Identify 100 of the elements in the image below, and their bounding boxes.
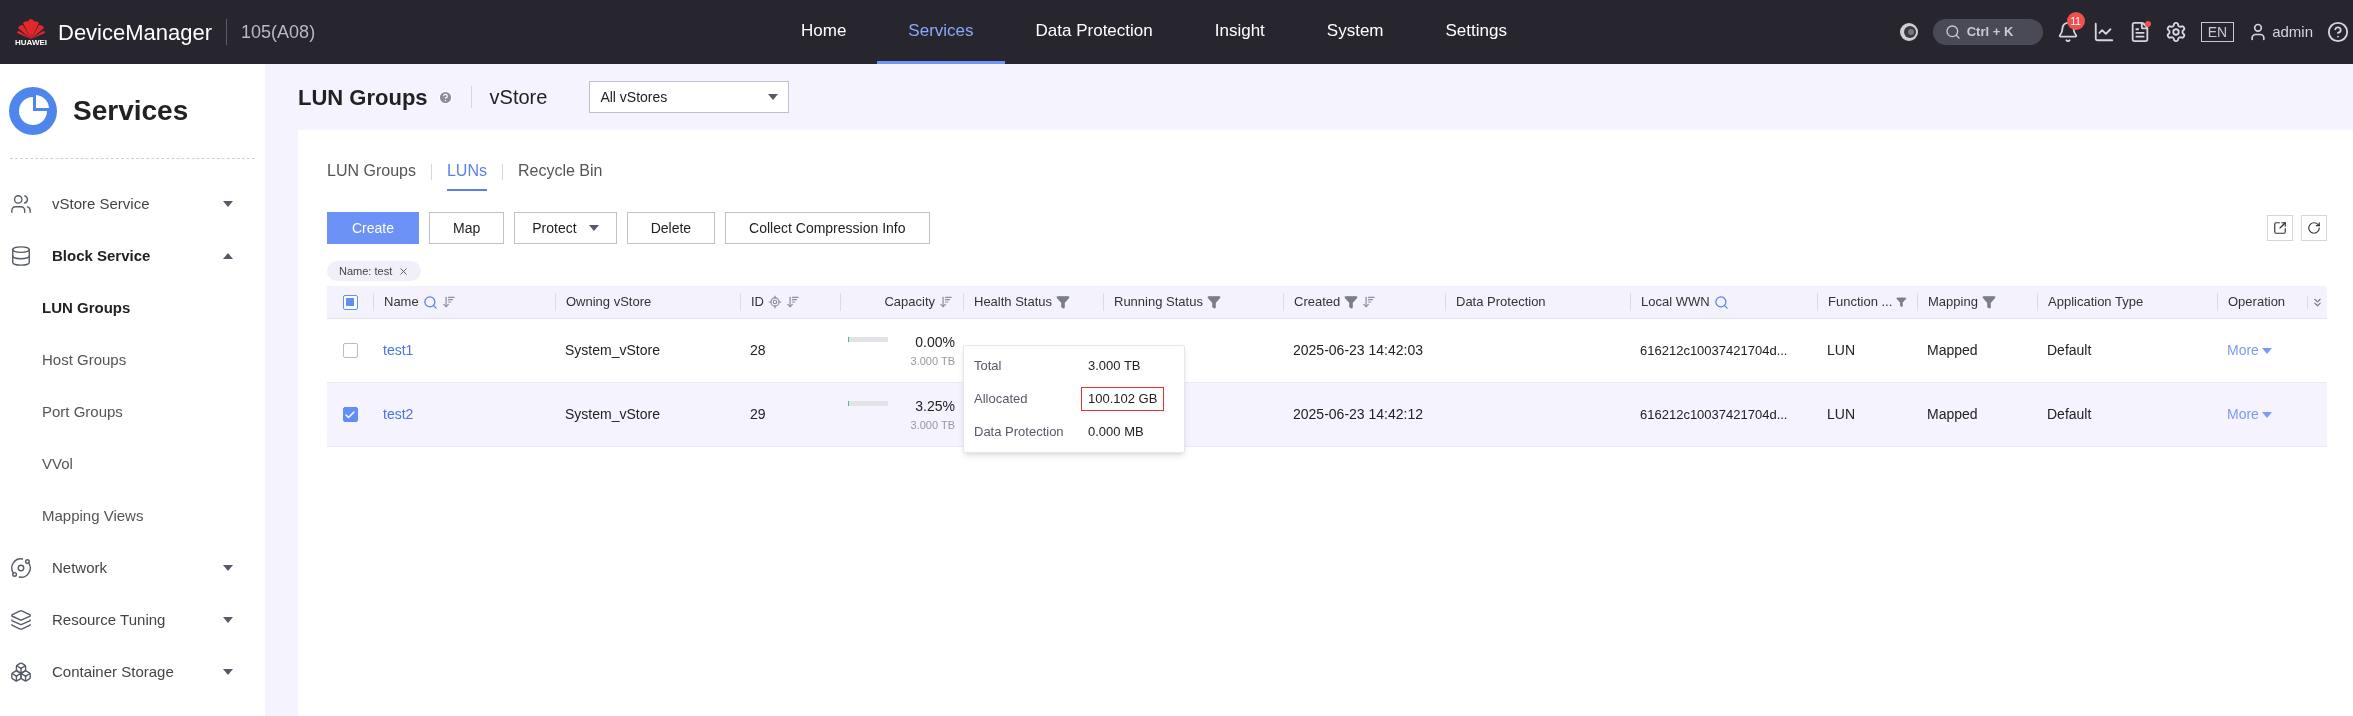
column-header: Created xyxy=(1294,293,1341,312)
sidebar-item[interactable]: Host Groups xyxy=(0,334,265,386)
table-cell: 29 xyxy=(750,406,766,422)
caret-icon xyxy=(223,201,233,207)
nav-tab[interactable]: Data Protection xyxy=(1004,0,1184,64)
table-cell: System_vStore xyxy=(565,406,660,422)
table-cell: 616212c10037421704d... xyxy=(1640,407,1788,422)
sidebar-group[interactable]: Resource Tuning xyxy=(0,594,265,646)
layers-icon xyxy=(10,609,32,631)
sort-icon[interactable] xyxy=(1362,295,1377,309)
toolbar-button[interactable]: Collect Compression Info xyxy=(725,212,930,244)
settings-icon[interactable] xyxy=(2164,21,2187,43)
column-header: Running Status xyxy=(1114,293,1203,312)
filter-icon[interactable] xyxy=(1981,295,1996,309)
close-icon[interactable] xyxy=(398,265,410,277)
refresh-button[interactable] xyxy=(2301,215,2327,241)
column-header: Name xyxy=(384,293,419,312)
tab[interactable]: LUN Groups xyxy=(327,152,416,191)
sidebar-item[interactable]: VVol xyxy=(0,438,265,490)
shortcut-hint: Ctrl + K xyxy=(1966,23,2014,42)
sidebar-item[interactable]: Port Groups xyxy=(0,386,265,438)
vstore-select[interactable]: All vStores xyxy=(589,81,790,113)
capacity-percent: 0.00% xyxy=(915,332,955,352)
sort-icon[interactable] xyxy=(441,295,456,309)
orbit-icon xyxy=(10,557,32,579)
spinner-icon xyxy=(1898,22,1919,42)
caret-icon xyxy=(223,669,233,675)
table-cell: LUN xyxy=(1827,342,1855,358)
notification-badge: 11 xyxy=(2066,12,2085,30)
caret-icon xyxy=(768,94,779,100)
sidebar-group[interactable]: Network xyxy=(0,542,265,594)
tooltip-value: 100.102 GB xyxy=(1081,387,1165,411)
table-cell: LUN xyxy=(1827,406,1855,422)
nav-tab[interactable]: Services xyxy=(877,0,1005,64)
tab[interactable]: Recycle Bin xyxy=(517,152,603,191)
sidebar-item[interactable]: Mapping Views xyxy=(0,490,265,542)
language-button[interactable]: EN xyxy=(2200,22,2235,42)
table-cell: 2025-06-23 14:42:03 xyxy=(1293,342,1423,358)
sort-icon[interactable] xyxy=(939,295,953,309)
nav-tab[interactable]: Settings xyxy=(1414,0,1538,64)
caret-icon xyxy=(223,253,233,259)
export-icon xyxy=(2273,221,2287,235)
checkbox[interactable] xyxy=(342,407,358,422)
search-icon[interactable] xyxy=(422,294,438,310)
lun-link[interactable]: test1 xyxy=(383,342,414,358)
locate-icon[interactable] xyxy=(768,295,782,309)
table-cell: 2025-06-23 14:42:12 xyxy=(1293,406,1423,422)
dropdown-button[interactable]: Protect xyxy=(514,212,617,244)
users-icon xyxy=(10,193,32,215)
table-cell: 28 xyxy=(750,342,766,358)
flower-logo-icon xyxy=(16,17,46,39)
table-cell: 616212c10037421704d... xyxy=(1640,343,1788,358)
search-icon[interactable] xyxy=(1713,294,1729,310)
column-header: Data Protection xyxy=(1456,293,1546,312)
search-icon xyxy=(1944,24,1961,40)
column-header: Local WWN xyxy=(1641,293,1710,312)
tooltip-value: 3.000 TB xyxy=(1087,357,1142,376)
column-header: Health Status xyxy=(974,293,1053,312)
column-header: Function ... xyxy=(1828,293,1893,312)
chart-icon[interactable] xyxy=(2092,21,2115,43)
table-cell: Mapped xyxy=(1927,406,1978,422)
toolbar-button[interactable]: Delete xyxy=(626,212,716,244)
checkbox[interactable] xyxy=(342,343,358,358)
vstore-label: vStore xyxy=(489,85,548,110)
sidebar-group[interactable]: Block Service xyxy=(0,230,265,282)
column-header: Application Type xyxy=(2048,293,2144,312)
user-name[interactable]: admin xyxy=(2272,20,2313,44)
nav-tab[interactable]: System xyxy=(1295,0,1415,64)
search-field[interactable]: Ctrl + K xyxy=(1932,19,2043,45)
tooltip-label: Data Protection xyxy=(974,423,1065,442)
filter-icon[interactable] xyxy=(1896,295,1907,309)
toolbar-button[interactable]: Map xyxy=(429,212,505,244)
caret-icon xyxy=(223,565,233,571)
sidebar-group[interactable]: Container Storage xyxy=(0,646,265,698)
logo-text: HUAWEI xyxy=(15,39,47,47)
help-icon[interactable] xyxy=(2327,21,2349,43)
lun-link[interactable]: test2 xyxy=(383,406,414,422)
filter-chip[interactable]: Name: test xyxy=(327,261,422,282)
tooltip-label: Total xyxy=(974,357,1003,376)
column-header: Mapping xyxy=(1928,293,1978,312)
filter-icon[interactable] xyxy=(1056,295,1071,309)
export-button[interactable] xyxy=(2267,215,2293,241)
capacity-total: 3.000 TB xyxy=(910,353,955,369)
column-header: Owning vStore xyxy=(566,293,652,312)
nav-tab[interactable]: Home xyxy=(770,0,878,64)
caret-icon xyxy=(2261,347,2272,354)
capacity-total: 3.000 TB xyxy=(910,417,955,433)
tab[interactable]: LUNs xyxy=(446,152,487,191)
sidebar-group[interactable]: vStore Service xyxy=(0,178,265,230)
filter-icon[interactable] xyxy=(1206,295,1221,309)
filter-icon[interactable] xyxy=(1344,295,1359,309)
nav-tab[interactable]: Insight xyxy=(1183,0,1296,64)
table-cell: Default xyxy=(2047,342,2092,358)
table-cell: System_vStore xyxy=(565,342,660,358)
sort-icon[interactable] xyxy=(786,295,800,309)
tooltip-label: Allocated xyxy=(974,390,1029,409)
sidebar-item[interactable]: LUN Groups xyxy=(0,282,265,334)
brand-name: DeviceManager xyxy=(58,18,213,47)
boxes-icon xyxy=(10,661,32,683)
checkbox[interactable] xyxy=(342,294,358,310)
